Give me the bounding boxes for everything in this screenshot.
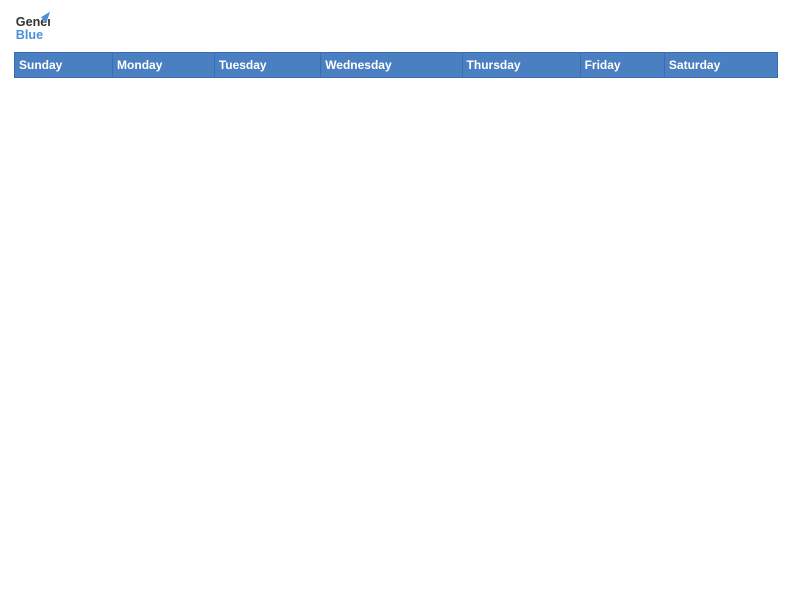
- calendar-header-wednesday: Wednesday: [321, 53, 462, 78]
- svg-text:Blue: Blue: [16, 28, 43, 42]
- calendar-header-tuesday: Tuesday: [214, 53, 320, 78]
- logo: General Blue: [14, 10, 50, 46]
- calendar-header-sunday: Sunday: [15, 53, 113, 78]
- page: General Blue SundayMondayTuesdayWednesda…: [0, 0, 792, 88]
- header: General Blue: [14, 10, 778, 46]
- calendar-header-row: SundayMondayTuesdayWednesdayThursdayFrid…: [15, 53, 778, 78]
- calendar-header-monday: Monday: [113, 53, 215, 78]
- calendar-header-saturday: Saturday: [664, 53, 777, 78]
- calendar-header-friday: Friday: [580, 53, 664, 78]
- logo-icon: General Blue: [14, 10, 50, 46]
- calendar: SundayMondayTuesdayWednesdayThursdayFrid…: [14, 52, 778, 78]
- calendar-header-thursday: Thursday: [462, 53, 580, 78]
